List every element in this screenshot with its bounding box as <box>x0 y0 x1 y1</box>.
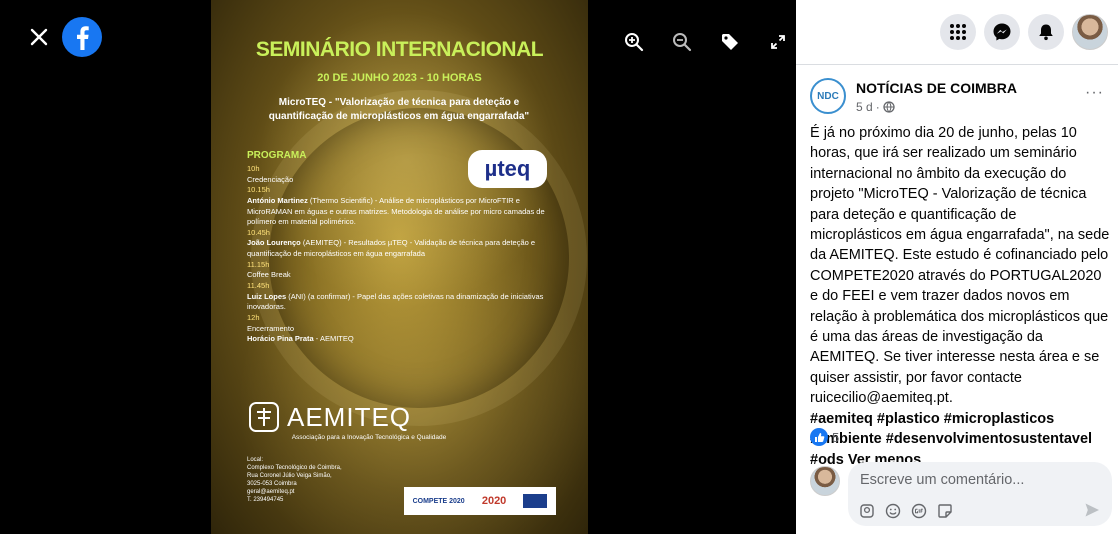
zoom-out-icon <box>673 33 692 52</box>
programme-item: 10h Credenciação <box>247 164 294 184</box>
page-name-link[interactable]: NOTÍCIAS DE COIMBRA <box>856 80 1017 96</box>
meta-separator: · <box>875 100 880 114</box>
post-meta: 5 d · <box>856 100 1017 114</box>
aemiteq-name: AEMITEQ <box>287 401 412 432</box>
emoji-button[interactable] <box>884 502 902 520</box>
comment-composer <box>848 462 1112 526</box>
programme-item: 10.15h António Martinez (Thermo Scientifi… <box>247 185 545 227</box>
like-reaction-icon <box>810 428 828 446</box>
poster-programme: 10h Credenciação 10.15h António Martinez (… <box>247 164 565 345</box>
send-comment-button[interactable] <box>1084 502 1100 523</box>
bell-icon <box>1039 24 1053 41</box>
aemiteq-subtitle: Associação para a Inovação Tecnológica e… <box>291 434 447 441</box>
avatar-sticker-button[interactable] <box>858 502 876 520</box>
poster-subtitle: MicroTEQ - "Valorização de técnica para … <box>268 97 530 122</box>
programme-item: 11.45h Luiz Lopes (ANI) (a confirmar) - P… <box>247 281 544 312</box>
menu-button[interactable] <box>940 14 976 50</box>
gif-button[interactable] <box>910 502 928 520</box>
photo-viewer: SEMINÁRIO INTERNACIONAL 20 DE JUNHO 2023… <box>0 0 1118 534</box>
page-avatar[interactable]: NDC <box>810 78 846 114</box>
send-icon <box>1085 503 1099 517</box>
tag-icon <box>722 34 738 50</box>
portugal2020-logo: 2020 <box>481 495 507 507</box>
zoom-out-button[interactable] <box>664 24 700 60</box>
zoom-in-button[interactable] <box>616 24 652 60</box>
notifications-button[interactable] <box>1028 14 1064 50</box>
messenger-icon <box>993 23 1011 41</box>
sponsor-logos: COMPETE 2020 2020 <box>404 487 556 515</box>
post-body-text: É já no próximo dia 20 de junho, pelas 1… <box>810 125 1110 407</box>
close-button[interactable] <box>22 20 56 54</box>
aemiteq-emblem-icon <box>249 402 279 432</box>
programme-item: 11.15h Coffee Break <box>247 259 291 280</box>
messenger-button[interactable] <box>984 14 1020 50</box>
poster-programme-heading: PROGRAMA <box>247 150 307 161</box>
sticker-icon <box>938 504 952 518</box>
globe-icon <box>883 101 895 113</box>
comment-input[interactable] <box>860 472 1100 488</box>
zoom-in-icon <box>625 33 644 52</box>
emoji-icon <box>885 503 901 519</box>
sticker-button[interactable] <box>936 502 954 520</box>
facebook-logo-icon[interactable] <box>62 17 102 57</box>
profile-avatar[interactable] <box>1072 14 1108 50</box>
post-time-link[interactable]: 5 d <box>856 100 873 114</box>
poster-content: SEMINÁRIO INTERNACIONAL 20 DE JUNHO 2023… <box>211 0 588 534</box>
image-viewer-pane: SEMINÁRIO INTERNACIONAL 20 DE JUNHO 2023… <box>0 0 796 534</box>
fullscreen-icon <box>771 35 785 49</box>
close-icon <box>30 28 48 46</box>
eu-flag-icon <box>523 494 548 508</box>
comment-tools <box>858 502 954 520</box>
post-sidebar: NDC NOTÍCIAS DE COIMBRA 5 d · ··· É já n… <box>796 0 1118 534</box>
programme-item: 10.45h João Lourenço (AEMITEQ) - Resultad… <box>247 227 536 259</box>
commenter-avatar[interactable] <box>810 466 840 496</box>
post-image[interactable]: SEMINÁRIO INTERNACIONAL 20 DE JUNHO 2023… <box>211 0 588 534</box>
header-divider <box>796 64 1118 65</box>
programme-item: Horácio Pina Prata - AEMITEQ <box>247 334 354 344</box>
poster-title: SEMINÁRIO INTERNACIONAL <box>255 38 544 61</box>
post-author: NDC NOTÍCIAS DE COIMBRA 5 d · <box>810 78 1017 114</box>
avatar-sticker-icon <box>860 504 874 518</box>
poster-date: 20 DE JUNHO 2023 - 10 HORAS <box>317 72 482 84</box>
viewer-toolbar <box>616 24 796 60</box>
post-body: É já no próximo dia 20 de junho, pelas 1… <box>810 123 1112 470</box>
reaction-count: 5 <box>832 429 840 445</box>
gif-icon <box>911 503 927 519</box>
aemiteq-logo: AEMITEQ <box>247 400 411 434</box>
compete-logo: COMPETE 2020 <box>412 497 465 505</box>
author-info: NOTÍCIAS DE COIMBRA 5 d · <box>856 78 1017 114</box>
menu-grid-icon <box>950 24 966 40</box>
more-options-button[interactable]: ··· <box>1085 84 1104 102</box>
tag-button[interactable] <box>712 24 748 60</box>
programme-item: 12h Encerramento <box>247 312 295 333</box>
top-nav-icons <box>940 14 1108 50</box>
reactions-summary[interactable]: 5 <box>810 428 839 446</box>
fullscreen-button[interactable] <box>760 24 796 60</box>
poster-location: Local: Complexo Tecnológico de Coimbra, … <box>247 457 342 504</box>
